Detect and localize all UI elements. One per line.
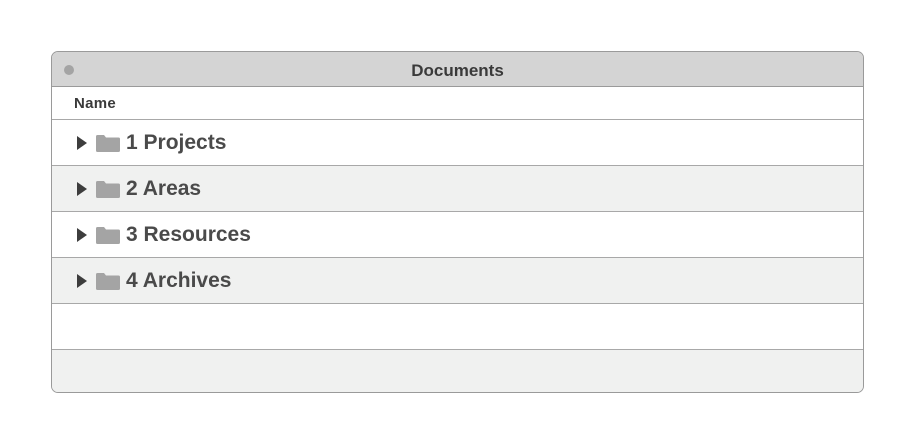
disclosure-triangle-icon[interactable] [77, 228, 87, 242]
finder-window: Documents Name 1 Projects 2 Areas 3 Reso… [51, 51, 864, 393]
disclosure-triangle-icon[interactable] [77, 274, 87, 288]
folder-row-projects[interactable]: 1 Projects [52, 120, 863, 166]
folder-icon [96, 181, 120, 198]
folder-name: 3 Resources [126, 223, 251, 246]
window-title: Documents [411, 61, 504, 80]
column-header-row: Name [52, 87, 863, 120]
folder-icon [96, 135, 120, 152]
folder-icon [96, 227, 120, 244]
folder-name: 1 Projects [126, 131, 227, 154]
folder-row-resources[interactable]: 3 Resources [52, 212, 863, 258]
empty-area [52, 350, 863, 392]
folder-row-areas[interactable]: 2 Areas [52, 166, 863, 212]
disclosure-triangle-icon[interactable] [77, 136, 87, 150]
empty-row [52, 304, 863, 350]
folder-name: 2 Areas [126, 177, 202, 200]
disclosure-triangle-icon[interactable] [77, 182, 87, 196]
folder-icon [96, 273, 120, 290]
column-header-name[interactable]: Name [74, 95, 116, 112]
title-bar[interactable]: Documents [52, 52, 863, 87]
folder-row-archives[interactable]: 4 Archives [52, 258, 863, 304]
folder-name: 4 Archives [126, 269, 232, 292]
